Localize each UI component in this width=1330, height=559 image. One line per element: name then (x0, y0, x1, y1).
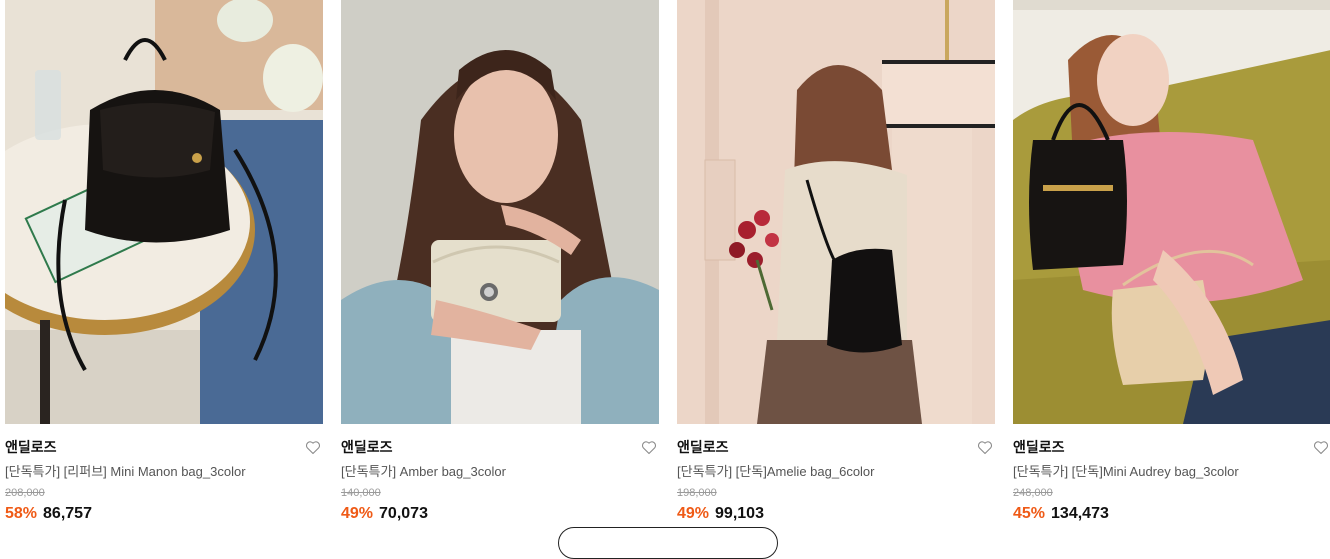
price-row: 45% 134,473 (1013, 504, 1330, 524)
brand-name[interactable]: 앤딜로즈 (5, 438, 323, 456)
product-title[interactable]: [단독특가] [리퍼브] Mini Manon bag_3color (5, 464, 323, 480)
heart-outline-icon[interactable] (305, 440, 321, 455)
product-image[interactable] (341, 0, 659, 424)
discount-rate: 49% (677, 505, 710, 522)
product-grid: 앤딜로즈 [단독특가] [리퍼브] Mini Manon bag_3color … (5, 0, 1330, 524)
discount-rate: 49% (341, 505, 374, 522)
brand-name[interactable]: 앤딜로즈 (677, 438, 995, 456)
product-info: 앤딜로즈 [단독특가] [단독]Mini Audrey bag_3color 2… (1013, 424, 1330, 524)
product-card[interactable]: 앤딜로즈 [단독특가] [단독]Amelie bag_6color 198,00… (677, 0, 995, 524)
product-title[interactable]: [단독특가] Amber bag_3color (341, 464, 659, 480)
product-title[interactable]: [단독특가] [단독]Mini Audrey bag_3color (1013, 464, 1330, 480)
heart-outline-icon[interactable] (1313, 440, 1329, 455)
original-price: 140,000 (341, 487, 381, 499)
product-info: 앤딜로즈 [단독특가] [리퍼브] Mini Manon bag_3color … (5, 424, 323, 524)
original-price: 198,000 (677, 487, 717, 499)
sale-price: 99,103 (715, 505, 764, 522)
price-row: 49% 99,103 (677, 504, 995, 524)
product-info: 앤딜로즈 [단독특가] Amber bag_3color 140,000 49%… (341, 424, 659, 524)
discount-rate: 45% (1013, 505, 1046, 522)
product-info: 앤딜로즈 [단독특가] [단독]Amelie bag_6color 198,00… (677, 424, 995, 524)
product-card[interactable]: 앤딜로즈 [단독특가] Amber bag_3color 140,000 49%… (341, 0, 659, 524)
price-row: 49% 70,073 (341, 504, 659, 524)
brand-name[interactable]: 앤딜로즈 (1013, 438, 1330, 456)
sale-price: 70,073 (379, 505, 428, 522)
product-image[interactable] (5, 0, 323, 424)
product-title[interactable]: [단독특가] [단독]Amelie bag_6color (677, 464, 995, 480)
sale-price: 86,757 (43, 505, 92, 522)
product-card[interactable]: 앤딜로즈 [단독특가] [단독]Mini Audrey bag_3color 2… (1013, 0, 1330, 524)
original-price: 248,000 (1013, 487, 1053, 499)
load-more-button[interactable] (558, 527, 778, 559)
product-card[interactable]: 앤딜로즈 [단독특가] [리퍼브] Mini Manon bag_3color … (5, 0, 323, 524)
product-image[interactable] (1013, 0, 1330, 424)
sale-price: 134,473 (1051, 505, 1109, 522)
original-price: 208,000 (5, 487, 45, 499)
brand-name[interactable]: 앤딜로즈 (341, 438, 659, 456)
heart-outline-icon[interactable] (977, 440, 993, 455)
price-row: 58% 86,757 (5, 504, 323, 524)
product-image[interactable] (677, 0, 995, 424)
discount-rate: 58% (5, 505, 38, 522)
heart-outline-icon[interactable] (641, 440, 657, 455)
